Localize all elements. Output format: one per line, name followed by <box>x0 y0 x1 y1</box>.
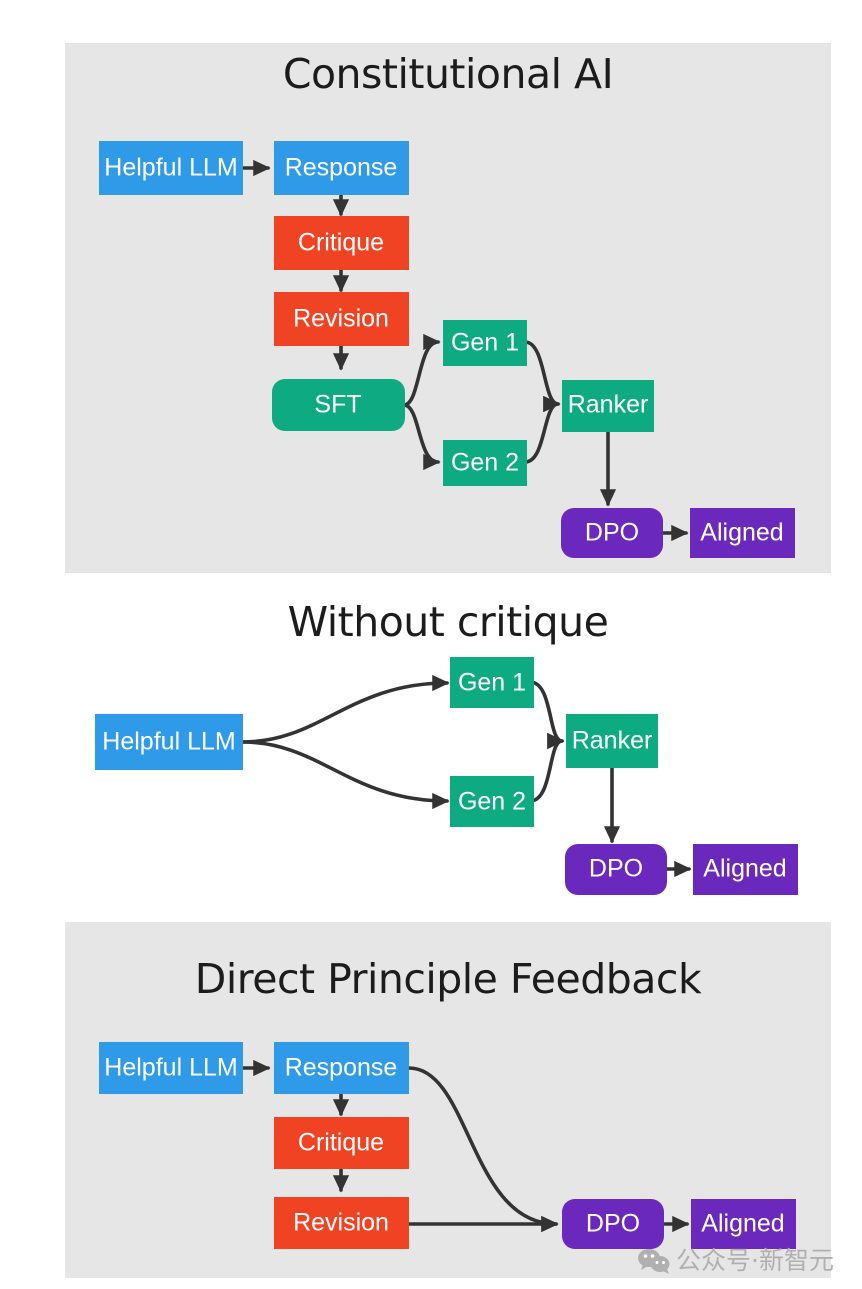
node-label-helpful-llm: Helpful LLM <box>102 728 235 756</box>
node-sft-constitutional[interactable]: SFT <box>272 379 405 431</box>
panel-without-critique: Without critique Helpful LLM Gen 1 Gen 2 <box>95 598 798 895</box>
node-aligned-constitutional[interactable]: Aligned <box>690 508 795 558</box>
node-aligned-dpf[interactable]: Aligned <box>691 1199 796 1249</box>
panel-direct-principle-feedback: Direct Principle Feedback Helpful LLM Re… <box>65 922 831 1278</box>
edge-gen2-to-ranker <box>528 732 565 803</box>
node-response-constitutional[interactable]: Response <box>274 141 409 195</box>
node-label-gen1: Gen 1 <box>458 669 526 697</box>
node-label-helpful-llm: Helpful LLM <box>104 154 237 182</box>
node-revision-dpf[interactable]: Revision <box>274 1197 409 1249</box>
watermark-label: 公众号·新智元 <box>676 1246 834 1275</box>
edges-without-critique <box>241 674 692 878</box>
panel-title-without-critique: Without critique <box>288 598 609 646</box>
node-label-sft: SFT <box>314 391 361 419</box>
node-label-critique: Critique <box>298 1129 384 1157</box>
node-helpful-llm-dpf[interactable]: Helpful LLM <box>99 1042 243 1094</box>
node-aligned-without-critique[interactable]: Aligned <box>693 844 798 895</box>
node-label-critique: Critique <box>298 229 384 257</box>
node-helpful-llm-constitutional[interactable]: Helpful LLM <box>99 141 243 195</box>
node-critique-constitutional[interactable]: Critique <box>274 216 409 270</box>
node-dpo-constitutional[interactable]: DPO <box>561 508 663 558</box>
node-label-response: Response <box>285 154 398 182</box>
node-label-revision: Revision <box>293 1209 389 1237</box>
node-label-gen1: Gen 1 <box>451 329 519 357</box>
node-dpo-dpf[interactable]: DPO <box>562 1199 664 1249</box>
node-label-revision: Revision <box>293 305 389 333</box>
panel-background-constitutional-ai <box>65 43 831 573</box>
node-label-gen2: Gen 2 <box>458 788 526 816</box>
node-gen1-constitutional[interactable]: Gen 1 <box>443 320 527 366</box>
edge-helpful-llm-to-gen2 <box>241 740 450 810</box>
panel-constitutional-ai: Constitutional AI Helpful LLM Response C… <box>65 43 831 573</box>
node-label-dpo: DPO <box>589 855 643 883</box>
node-label-ranker: Ranker <box>568 391 649 419</box>
node-label-dpo: DPO <box>586 1210 640 1238</box>
node-gen2-without-critique[interactable]: Gen 2 <box>450 776 534 827</box>
node-revision-constitutional[interactable]: Revision <box>274 292 409 346</box>
node-dpo-without-critique[interactable]: DPO <box>565 844 667 895</box>
node-helpful-llm-without-critique[interactable]: Helpful LLM <box>95 714 243 770</box>
panel-title-direct-principle-feedback: Direct Principle Feedback <box>195 955 702 1003</box>
node-gen2-constitutional[interactable]: Gen 2 <box>443 440 527 486</box>
node-label-gen2: Gen 2 <box>451 449 519 477</box>
node-label-aligned: Aligned <box>703 855 786 883</box>
node-label-aligned: Aligned <box>700 519 783 547</box>
edge-gen1-to-ranker <box>528 680 565 750</box>
node-ranker-without-critique[interactable]: Ranker <box>566 714 658 768</box>
node-label-response: Response <box>285 1054 398 1082</box>
node-label-dpo: DPO <box>585 519 639 547</box>
node-gen1-without-critique[interactable]: Gen 1 <box>450 657 534 708</box>
node-label-aligned: Aligned <box>701 1210 784 1238</box>
node-response-dpf[interactable]: Response <box>274 1042 409 1094</box>
node-label-helpful-llm: Helpful LLM <box>104 1054 237 1082</box>
node-label-ranker: Ranker <box>572 727 653 755</box>
edge-helpful-llm-to-gen1 <box>241 674 450 744</box>
diagram-root: Constitutional AI Helpful LLM Response C… <box>0 0 862 1289</box>
panel-title-constitutional-ai: Constitutional AI <box>283 50 613 98</box>
node-ranker-constitutional[interactable]: Ranker <box>562 380 654 432</box>
pipeline-diagram-canvas: Constitutional AI Helpful LLM Response C… <box>65 43 834 1278</box>
node-critique-dpf[interactable]: Critique <box>274 1117 409 1169</box>
